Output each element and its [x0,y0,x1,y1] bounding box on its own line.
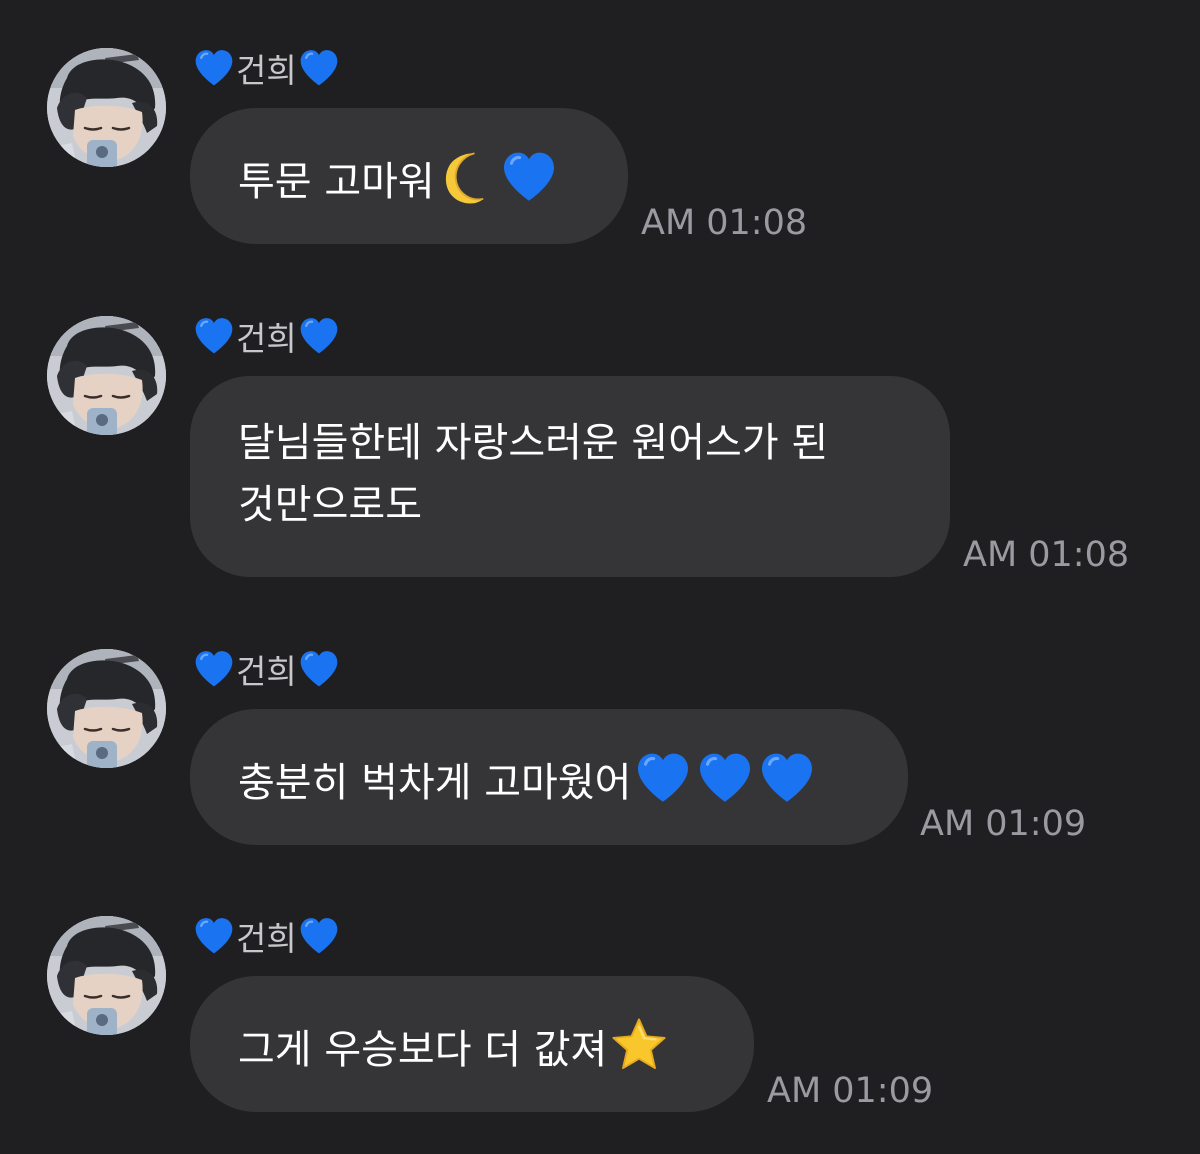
blue-heart-icon [297,314,341,358]
sender-name-text: 건희 [236,652,297,691]
blue-heart-icon [192,314,236,358]
blue-heart-icon [192,46,236,90]
blue-heart-icon [192,647,236,691]
message-bubble[interactable]: 달님들한테 자랑스러운 원어스가 된 것만으로도 [190,376,950,577]
blue-heart-icon [499,147,559,207]
blue-heart-icon [695,748,755,808]
message-bubble[interactable]: 그게 우승보다 더 값져 [190,976,754,1112]
message-text: 투문 고마워 [238,159,435,205]
message-bubble[interactable]: 투문 고마워 [190,108,628,244]
blue-heart-icon [757,748,817,808]
star-icon [609,1015,669,1075]
avatar[interactable] [47,316,166,435]
message-bubble[interactable]: 충분히 벅차게 고마웠어 [190,709,908,845]
avatar[interactable] [47,649,166,768]
crescent-moon-icon [437,147,497,207]
message-text-line-1: 달님들한테 자랑스러운 원어스가 된 [238,420,829,466]
blue-heart-icon [192,914,236,958]
message-timestamp: AM 01:09 [920,804,1087,844]
blue-heart-icon [297,647,341,691]
sender-name-text: 건희 [236,319,297,358]
blue-heart-icon [297,46,341,90]
avatar[interactable] [47,916,166,1035]
blue-heart-icon [633,748,693,808]
sender-name-text: 건희 [236,919,297,958]
avatar[interactable] [47,48,166,167]
sender-name: 건희 [192,42,341,94]
sender-name: 건희 [192,643,341,695]
sender-name: 건희 [192,310,341,362]
sender-name: 건희 [192,910,341,962]
message-timestamp: AM 01:08 [963,535,1130,575]
blue-heart-icon [297,914,341,958]
sender-name-text: 건희 [236,51,297,90]
message-timestamp: AM 01:09 [767,1071,934,1111]
message-text: 그게 우승보다 더 값져 [238,1027,608,1073]
message-timestamp: AM 01:08 [641,203,808,243]
message-text-line-2: 것만으로도 [238,482,422,528]
message-text: 충분히 벅차게 고마웠어 [238,760,632,806]
